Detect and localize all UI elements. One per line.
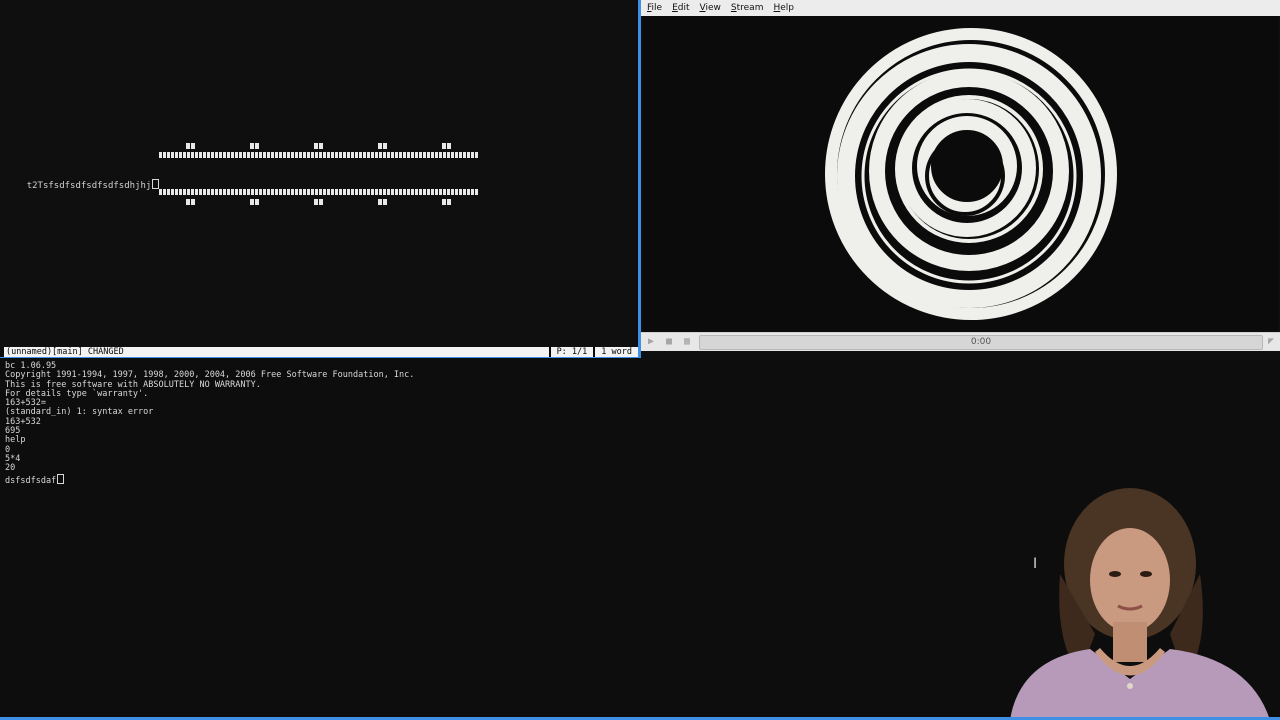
time-display: 0:00 [970,337,992,347]
terminal-line: 695 [5,426,21,437]
video-display[interactable] [643,16,1278,332]
terminal-line: help [5,435,26,446]
buffer-status: (unnamed)[main] CHANGED [6,347,124,357]
terminal-line: This is free software with ABSOLUTELY NO… [5,379,261,390]
word-count: 1 word [593,347,638,357]
menu-view[interactable]: View [694,3,725,13]
terminal-line: (standard_in) 1: syntax error [5,407,154,418]
stop-icon[interactable]: ■ [663,336,675,348]
editor-text-line[interactable]: t2Tsfsdfsdfsdfsdfsdhjhj [5,169,160,201]
menu-edit[interactable]: Edit [666,3,693,13]
player-footer [641,351,1280,360]
ascii-banner-bottom [159,189,479,205]
terminal-prompt[interactable]: dsfsdfsdaf [5,473,1280,486]
seek-bar[interactable]: 0:00 [699,335,1263,350]
terminal-line: 20 [5,463,16,474]
presenter-video-overlay [1010,488,1270,720]
editor-status-bar: (unnamed)[main] CHANGED P: 1/1 1 word [4,347,638,357]
volume-icon[interactable]: ◤ [1265,336,1277,348]
menu-stream[interactable]: Stream [725,3,768,13]
terminal-line: 5*4 [5,453,21,464]
text-cursor [152,179,160,189]
fullscreen-icon[interactable]: ▦ [681,336,693,348]
terminal-input: dsfsdfsdaf [5,475,57,486]
player-menubar: File Edit View Stream Help [641,0,1280,16]
terminal-cursor [57,473,65,484]
terminal-line: 163+532= [5,398,46,409]
terminal-line: 0 [5,444,11,455]
play-icon[interactable]: ▶ [645,336,657,348]
media-player-window[interactable]: File Edit View Stream Help ▶ ■ ▦ 0:00 ◤ [641,0,1280,360]
menu-file[interactable]: File [641,3,666,13]
page-indicator: P: 1/1 [548,347,594,357]
ascii-banner-top [159,143,479,158]
terminal-line: 163+532 [5,416,41,427]
menu-help[interactable]: Help [767,3,798,13]
player-controls: ▶ ■ ▦ 0:00 ◤ [641,332,1280,351]
text-editor-pane[interactable]: t2Tsfsdfsdfsdfsdfsdhjhj (unnamed)[main] … [0,0,641,358]
editor-line-content: t2Tsfsdfsdfsdfsdfsdhjhj [26,181,152,191]
terminal-line: For details type `warranty'. [5,388,149,399]
concentric-rings-visual [825,28,1117,320]
